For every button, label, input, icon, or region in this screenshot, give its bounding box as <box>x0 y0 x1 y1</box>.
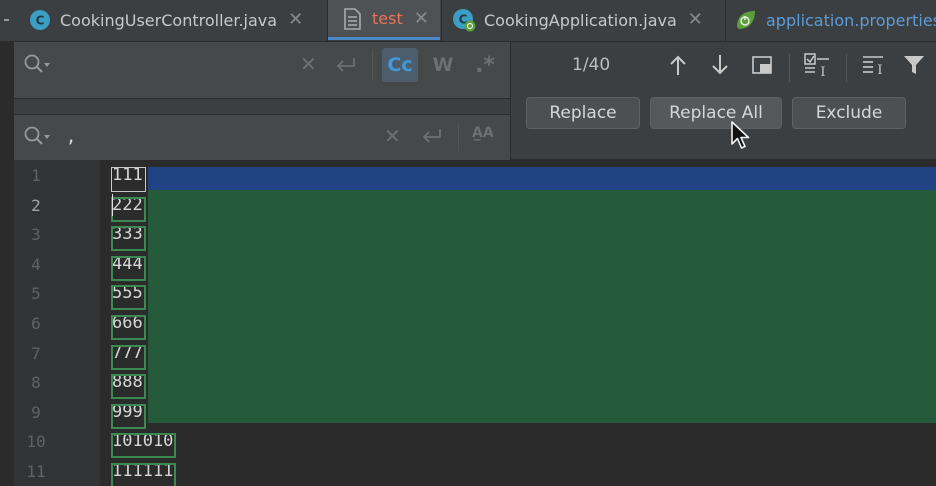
clear-search-icon[interactable]: ✕ <box>300 52 317 76</box>
spring-class-icon: C <box>452 8 476 32</box>
divider <box>846 54 847 82</box>
current-match-highlight <box>148 167 936 190</box>
replace-row: , ✕ A̲A <box>14 114 510 160</box>
editor-area[interactable]: 1 2 3 4 5 6 7 8 9 10 11 111 222 333 444 555 666 777 888 99… <box>14 160 936 486</box>
match-case-toggle[interactable]: Cc <box>382 48 418 82</box>
line-number: 5 <box>31 284 41 304</box>
search-match-box <box>111 374 146 400</box>
search-match-box <box>111 167 146 192</box>
tab-test[interactable]: test ✕ <box>328 0 440 40</box>
line-number: 2 <box>31 195 41 215</box>
svg-text:I: I <box>877 63 882 77</box>
tab-divider <box>441 0 442 41</box>
new-line-icon[interactable] <box>420 127 444 151</box>
tab-divider <box>725 0 726 41</box>
text-caret <box>112 194 113 216</box>
close-tab-icon[interactable]: ✕ <box>414 9 429 28</box>
spring-leaf-icon <box>734 8 758 32</box>
search-match-box <box>111 226 146 252</box>
search-match-box <box>111 463 177 486</box>
line-number: 8 <box>31 373 41 393</box>
tab-label: test <box>372 9 403 28</box>
line-number: 3 <box>31 225 41 245</box>
tab-label: application.properties <box>766 10 936 30</box>
line-number: 10 <box>26 432 46 452</box>
text-file-icon <box>340 7 364 31</box>
search-match-box <box>111 315 146 340</box>
divider <box>458 123 459 151</box>
divider <box>789 54 790 82</box>
search-match-box <box>111 433 177 459</box>
match-count: 1/40 <box>572 55 611 75</box>
line-number: 9 <box>31 402 41 422</box>
preserve-case-toggle[interactable]: A̲A <box>472 125 502 141</box>
line-number: 6 <box>31 314 41 333</box>
search-match-box <box>111 255 146 281</box>
select-all-occurrences-icon[interactable]: I <box>802 52 834 78</box>
tab-scroll-left-icon[interactable] <box>0 0 14 41</box>
filter-options-icon[interactable]: I <box>860 52 888 78</box>
search-history-icon[interactable] <box>24 54 54 80</box>
line-number: 11 <box>26 462 46 481</box>
new-line-icon[interactable] <box>334 56 358 80</box>
line-number: 4 <box>31 254 41 274</box>
line-number-gutter: 1 2 3 4 5 6 7 8 9 10 11 <box>14 160 100 486</box>
tab-label: CookingUserController.java <box>60 10 278 30</box>
tab-cookingapplication[interactable]: C CookingApplication.java ✕ <box>452 0 724 40</box>
replace-button[interactable]: Replace <box>526 97 640 129</box>
editor-tab-bar: C CookingUserController.java ✕ test ✕ C … <box>0 0 936 42</box>
clear-replace-icon[interactable]: ✕ <box>384 124 401 148</box>
tab-application-properties[interactable]: application.properties <box>734 0 936 40</box>
close-tab-icon[interactable]: ✕ <box>688 11 703 29</box>
selection-highlight <box>148 190 936 423</box>
search-match-box <box>111 344 146 370</box>
arrow-down-icon[interactable] <box>708 52 732 78</box>
words-toggle[interactable]: W <box>428 48 458 82</box>
divider <box>372 50 373 80</box>
close-tab-icon[interactable]: ✕ <box>288 11 303 29</box>
line-number: 7 <box>31 343 41 363</box>
replace-history-icon[interactable] <box>24 126 54 152</box>
tab-cookingusercontroller[interactable]: C CookingUserController.java ✕ <box>28 0 328 40</box>
panel-divider <box>510 42 511 159</box>
regex-toggle[interactable]: .* <box>470 48 500 82</box>
arrow-up-icon[interactable] <box>666 52 690 78</box>
svg-text:C: C <box>36 14 45 28</box>
class-c-icon: C <box>28 8 52 32</box>
tab-label: CookingApplication.java <box>484 10 677 30</box>
find-replace-panel: ✕ Cc W .* , ✕ A̲A 1/40 I I Replace Repla… <box>14 42 936 160</box>
replace-all-button[interactable]: Replace All <box>650 97 782 129</box>
search-row: ✕ Cc W .* <box>14 42 510 99</box>
search-match-box <box>111 403 146 429</box>
open-in-window-icon[interactable] <box>750 52 774 78</box>
exclude-button[interactable]: Exclude <box>792 97 906 129</box>
search-match-box <box>111 196 146 222</box>
line-number: 1 <box>31 166 41 185</box>
replace-input[interactable]: , <box>66 127 76 147</box>
svg-text:I: I <box>820 65 825 78</box>
search-match-box <box>111 285 146 311</box>
filter-icon[interactable] <box>900 52 928 78</box>
mouse-pointer-icon <box>731 121 750 149</box>
